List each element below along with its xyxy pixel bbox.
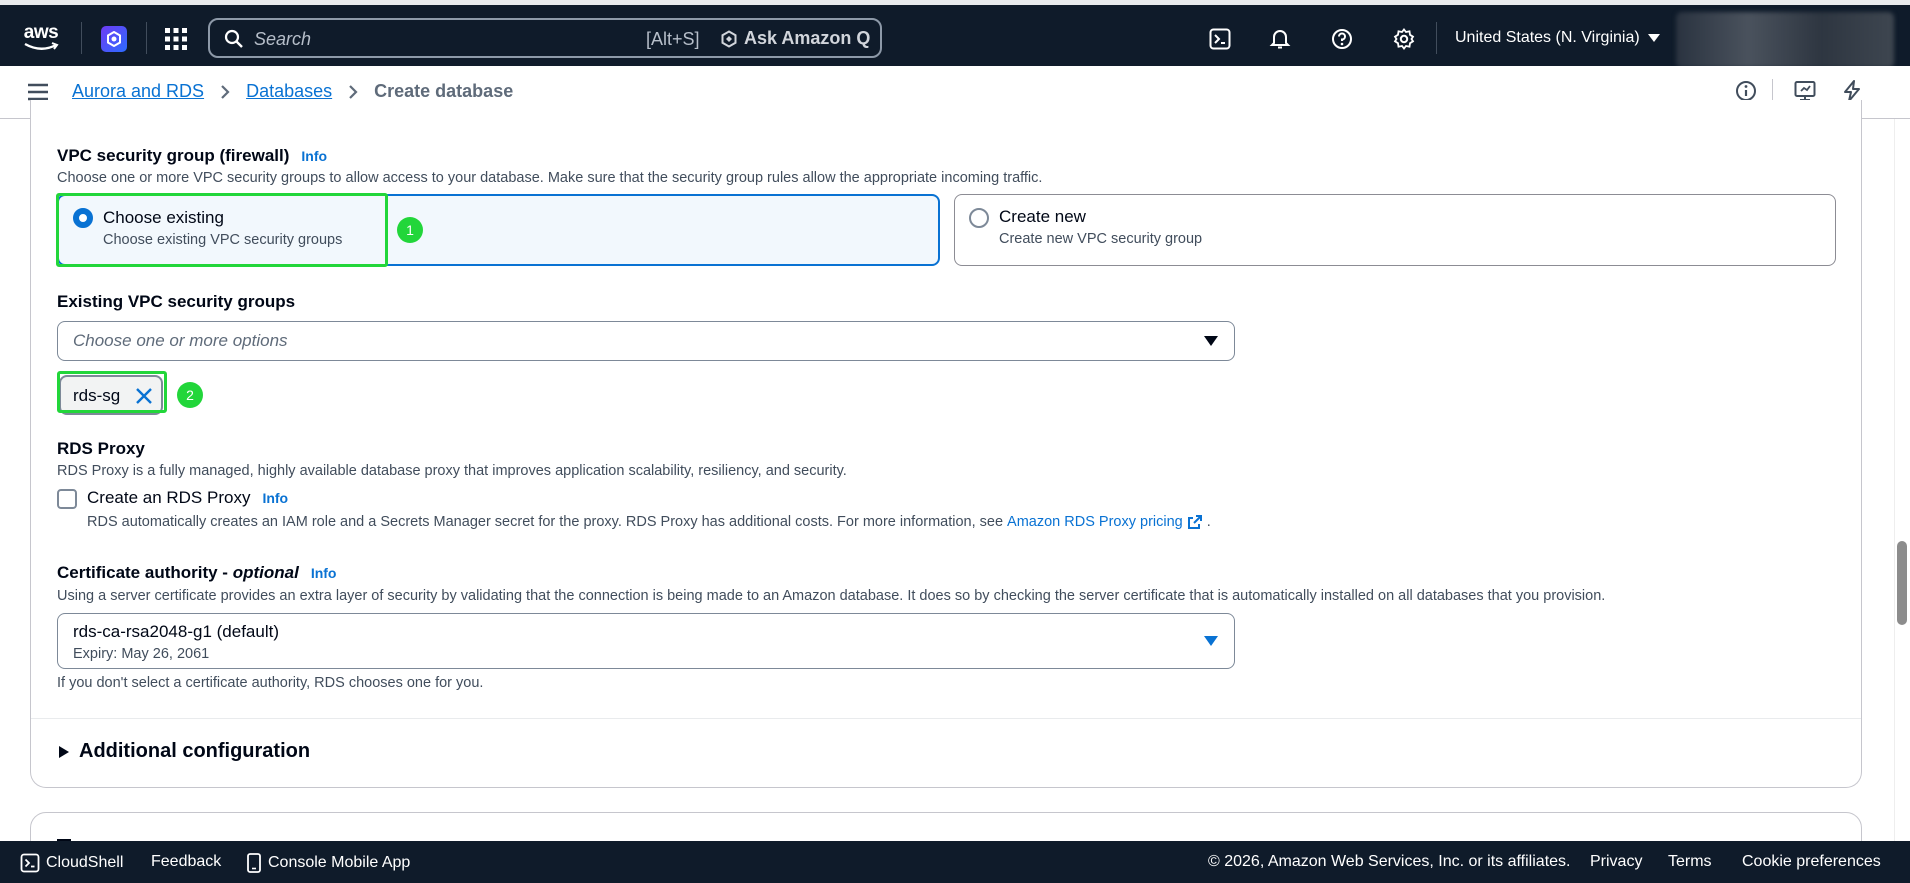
notifications-bell-icon[interactable] (1267, 26, 1293, 52)
privacy-label: Privacy (1590, 853, 1643, 870)
nav-divider (81, 22, 82, 54)
amazon-q-app-icon[interactable] (101, 26, 127, 52)
existing-groups-multiselect[interactable]: Choose one or more options (57, 321, 1235, 361)
caret-right-icon (59, 745, 69, 758)
create-new-subtitle: Create new VPC security group (999, 231, 1203, 247)
nav-divider (1436, 22, 1437, 54)
annotation-highlight-2 (57, 371, 167, 413)
region-selector[interactable]: United States (N. Virginia) (1455, 29, 1660, 47)
breadcrumb-link-databases[interactable]: Databases (246, 81, 332, 102)
cloudshell-footer-label: CloudShell (46, 854, 124, 871)
search-placeholder: Search (254, 29, 312, 49)
top-navigation: aws Search [Alt+S] Ask Amazon Q United S… (0, 0, 1910, 68)
rds-proxy-note-end: . (1206, 514, 1211, 530)
certificate-authority-title: Certificate authority - (57, 563, 228, 582)
annotation-badge-2: 2 (177, 382, 203, 408)
breadcrumb-current: Create database (374, 81, 514, 101)
amazon-q-icon (721, 29, 737, 48)
mobile-phone-icon (247, 853, 261, 873)
breadcrumb-chevron-icon (348, 84, 358, 100)
ask-amazon-q-button[interactable]: Ask Amazon Q (720, 28, 870, 49)
lightning-bolt-icon[interactable] (1841, 80, 1863, 102)
external-link-icon (1187, 515, 1202, 529)
annotation-highlight-1 (56, 193, 388, 267)
mobile-app-label: Console Mobile App (268, 854, 411, 871)
terms-label: Terms (1668, 853, 1712, 870)
create-new-tile[interactable]: Create new Create new VPC security group (954, 194, 1836, 266)
annotation-badge-1: 1 (397, 217, 423, 243)
console-footer: CloudShell Feedback Console Mobile App ©… (0, 841, 1910, 883)
services-grid-icon[interactable] (163, 26, 189, 52)
copyright-text: © 2026, Amazon Web Services, Inc. or its… (1208, 853, 1570, 871)
caret-down-icon (1647, 34, 1660, 42)
certificate-authority-value: rds-ca-rsa2048-g1 (default) (73, 622, 279, 641)
help-icon[interactable] (1329, 26, 1355, 52)
mobile-app-footer-link[interactable]: Console Mobile App (246, 853, 410, 873)
nav-divider (146, 22, 147, 54)
aws-smile-icon (24, 42, 59, 50)
certificate-info-link[interactable]: Info (311, 565, 337, 581)
privacy-footer-link[interactable]: Privacy (1590, 853, 1642, 871)
create-rds-proxy-checkbox[interactable] (57, 489, 77, 509)
create-new-title: Create new (999, 207, 1086, 226)
certificate-description: Using a server certificate provides an e… (57, 588, 1606, 604)
cloudshell-icon (20, 853, 40, 873)
vpc-security-group-heading: VPC security group (firewall) Info (57, 146, 327, 166)
tutorial-panel-icon[interactable] (1794, 80, 1816, 102)
side-menu-hamburger-icon[interactable] (28, 83, 48, 101)
breadcrumb: Aurora and RDS Databases Create database (72, 81, 513, 102)
feedback-label: Feedback (151, 853, 222, 870)
connectivity-panel: VPC security group (firewall) Info Choose… (30, 100, 1862, 788)
feedback-footer-link[interactable]: Feedback (151, 853, 221, 871)
copyright-label: © 2026, Amazon Web Services, Inc. or its… (1208, 853, 1571, 870)
certificate-authority-optional: optional (232, 563, 299, 582)
aws-logo[interactable]: aws (20, 21, 62, 55)
rds-proxy-pricing-link[interactable]: Amazon RDS Proxy pricing (1007, 514, 1183, 530)
caret-down-icon (1204, 336, 1218, 346)
region-label: United States (N. Virginia) (1455, 29, 1640, 46)
vpc-description: Choose one or more VPC security groups t… (57, 170, 1043, 186)
breadcrumb-chevron-icon (220, 84, 230, 100)
rds-proxy-heading: RDS Proxy (57, 439, 145, 458)
account-menu-redacted[interactable] (1676, 12, 1894, 68)
section-divider (31, 718, 1861, 719)
rds-proxy-note: RDS automatically creates an IAM role an… (87, 514, 1211, 530)
vpc-info-link[interactable]: Info (301, 148, 327, 164)
create-rds-proxy-label-row: Create an RDS Proxy Info (87, 488, 288, 508)
certificate-authority-expiry: Expiry: May 26, 2061 (73, 646, 210, 662)
search-bar[interactable]: Search [Alt+S] Ask Amazon Q (208, 18, 882, 58)
rds-proxy-description: RDS Proxy is a fully managed, highly ava… (57, 463, 847, 479)
create-rds-proxy-label[interactable]: Create an RDS Proxy (87, 488, 250, 507)
cloudshell-footer-button[interactable]: CloudShell (20, 853, 123, 873)
caret-down-icon (1204, 636, 1218, 646)
certificate-hint: If you don't select a certificate author… (57, 675, 484, 691)
settings-gear-icon[interactable] (1391, 26, 1417, 52)
page-scrollbar-track[interactable] (1894, 119, 1910, 841)
cookie-preferences-footer-link[interactable]: Cookie preferences (1742, 853, 1881, 871)
rds-proxy-note-text: RDS automatically creates an IAM role an… (87, 514, 1004, 530)
search-shortcut: [Alt+S] (646, 29, 700, 49)
cloudshell-icon[interactable] (1207, 26, 1233, 52)
info-panel-icon[interactable] (1735, 80, 1757, 102)
search-icon (224, 29, 243, 48)
existing-groups-label: Existing VPC security groups (57, 292, 296, 311)
breadcrumb-link-aurora-rds[interactable]: Aurora and RDS (72, 81, 204, 102)
certificate-authority-select[interactable]: rds-ca-rsa2048-g1 (default) Expiry: May … (57, 613, 1235, 669)
additional-configuration-expander[interactable]: Additional configuration (59, 740, 310, 763)
ask-amazon-q-label: Ask Amazon Q (744, 28, 871, 48)
aws-logo-text: aws (23, 22, 59, 43)
certificate-authority-heading: Certificate authority - optional Info (57, 563, 336, 583)
vpc-security-group-title: VPC security group (firewall) (57, 146, 290, 165)
additional-configuration-label: Additional configuration (79, 740, 311, 762)
rds-proxy-info-link[interactable]: Info (262, 490, 288, 506)
page-scrollbar-thumb[interactable] (1897, 541, 1907, 625)
terms-footer-link[interactable]: Terms (1668, 853, 1712, 871)
existing-groups-placeholder: Choose one or more options (73, 331, 288, 350)
create-new-radio[interactable] (969, 208, 989, 228)
cookie-preferences-label: Cookie preferences (1742, 853, 1881, 870)
